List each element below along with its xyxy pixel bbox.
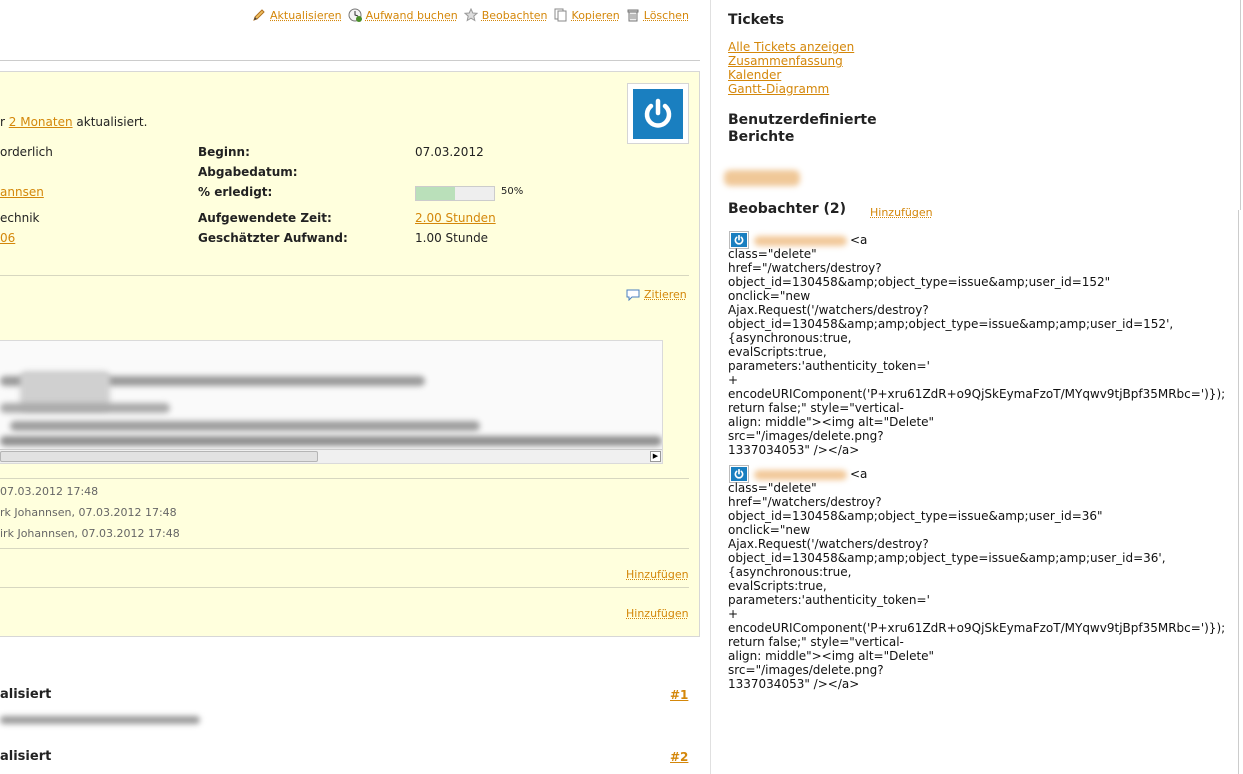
done-progress-bar [415, 186, 495, 201]
sidebar-link-calendar[interactable]: Kalender [728, 68, 781, 82]
power-icon [633, 89, 683, 139]
code-horizontal-scrollbar[interactable]: ▶ [0, 449, 662, 463]
edit-icon [252, 8, 266, 22]
watch-label: Beobachten [481, 8, 548, 22]
add-watcher-link[interactable]: Hinzufügen [870, 206, 933, 219]
subtasks-divider [0, 548, 689, 549]
sidebar-link-gantt[interactable]: Gantt-Diagramm [728, 82, 829, 96]
delete-label: Löschen [643, 8, 689, 22]
log-time-button[interactable]: Aufwand buchen [348, 8, 458, 22]
sidebar-tickets-heading: Tickets [728, 12, 785, 28]
redacted-history-text [0, 716, 200, 724]
description-divider [0, 275, 689, 276]
sidebar-edge [1240, 0, 1241, 210]
history-entry-number-link[interactable]: #2 [670, 750, 688, 764]
description-code-block: ▶ [0, 340, 663, 464]
history-entry-number-link[interactable]: #1 [670, 688, 688, 702]
log-time-label: Aufwand buchen [365, 8, 458, 22]
redacted-line [0, 436, 662, 446]
watcher-raw-markup-2: <a class="delete" href="/watchers/destro… [728, 467, 1226, 691]
add-relation-link[interactable]: Hinzufügen [626, 607, 689, 620]
copy-icon [554, 8, 568, 22]
sidebar-edge [1238, 210, 1239, 774]
issue-toolbar: Aktualisieren Aufwand buchen Beobachten … [252, 7, 695, 23]
done-ratio-label: % erledigt: [198, 185, 273, 199]
start-date-value: 07.03.2012 [415, 145, 484, 159]
estimated-time-label: Geschätzter Aufwand: [198, 231, 348, 245]
updated-suffix: aktualisiert. [76, 115, 148, 129]
delete-button[interactable]: Löschen [626, 8, 689, 22]
update-button[interactable]: Aktualisieren [252, 8, 342, 22]
sidebar-custom-reports-heading: Benutzerdefinierte [728, 112, 877, 128]
done-progress-fill [416, 187, 455, 200]
quote-label: Zitieren [644, 288, 687, 301]
redacted-line [10, 421, 480, 431]
priority-value: orderlich [0, 145, 53, 159]
redacted-line [0, 403, 170, 413]
watcher-raw-markup-1: <a class="delete" href="/watchers/destro… [728, 233, 1226, 457]
redacted-report-link [724, 170, 800, 186]
trash-icon [626, 8, 640, 22]
copy-label: Kopieren [571, 8, 620, 22]
sidebar-watchers-heading: Beobachter (2) [728, 201, 847, 217]
scroll-right-arrow-icon[interactable]: ▶ [650, 451, 661, 462]
add-subtask-link[interactable]: Hinzufügen [626, 568, 689, 581]
sidebar-custom-reports-heading-2: Berichte [728, 129, 795, 145]
watch-button[interactable]: Beobachten [463, 8, 548, 22]
start-date-label: Beginn: [198, 145, 250, 159]
author-avatar [627, 83, 689, 144]
update-label: Aktualisieren [270, 8, 342, 22]
version-link[interactable]: 06 [0, 231, 15, 245]
due-date-label: Abgabedatum: [198, 165, 298, 179]
attachment-meta-1: 07.03.2012 17:48 [0, 485, 99, 498]
history-entry-title: alisiert [0, 687, 52, 702]
relations-divider [0, 587, 689, 588]
sidebar-link-summary[interactable]: Zusammenfassung [728, 54, 843, 68]
attachments-divider [0, 478, 689, 479]
updated-ago-link[interactable]: 2 Monaten [9, 115, 73, 129]
spent-time-link[interactable]: 2.00 Stunden [415, 211, 496, 225]
toolbar-divider [0, 60, 700, 61]
updated-info: r 2 Monaten aktualisiert. [0, 115, 147, 129]
quote-button[interactable]: Zitieren [626, 288, 687, 301]
copy-button[interactable]: Kopieren [554, 8, 620, 22]
spent-time-label: Aufgewendete Zeit: [198, 211, 332, 225]
updated-prefix: r [0, 115, 5, 129]
comment-icon [626, 289, 640, 301]
scrollbar-thumb[interactable] [0, 451, 318, 462]
done-ratio-value: 50% [501, 186, 524, 197]
history-entry-title: alisiert [0, 749, 52, 764]
sidebar-link-all-issues[interactable]: Alle Tickets anzeigen [728, 40, 854, 54]
assignee-link[interactable]: annsen [0, 185, 44, 199]
attachment-meta-3: irk Johannsen, 07.03.2012 17:48 [0, 527, 180, 540]
estimated-time-value: 1.00 Stunde [415, 231, 489, 245]
attachment-meta-2: rk Johannsen, 07.03.2012 17:48 [0, 506, 177, 519]
star-icon [463, 8, 478, 22]
category-value: echnik [0, 211, 40, 225]
time-icon [348, 8, 362, 22]
